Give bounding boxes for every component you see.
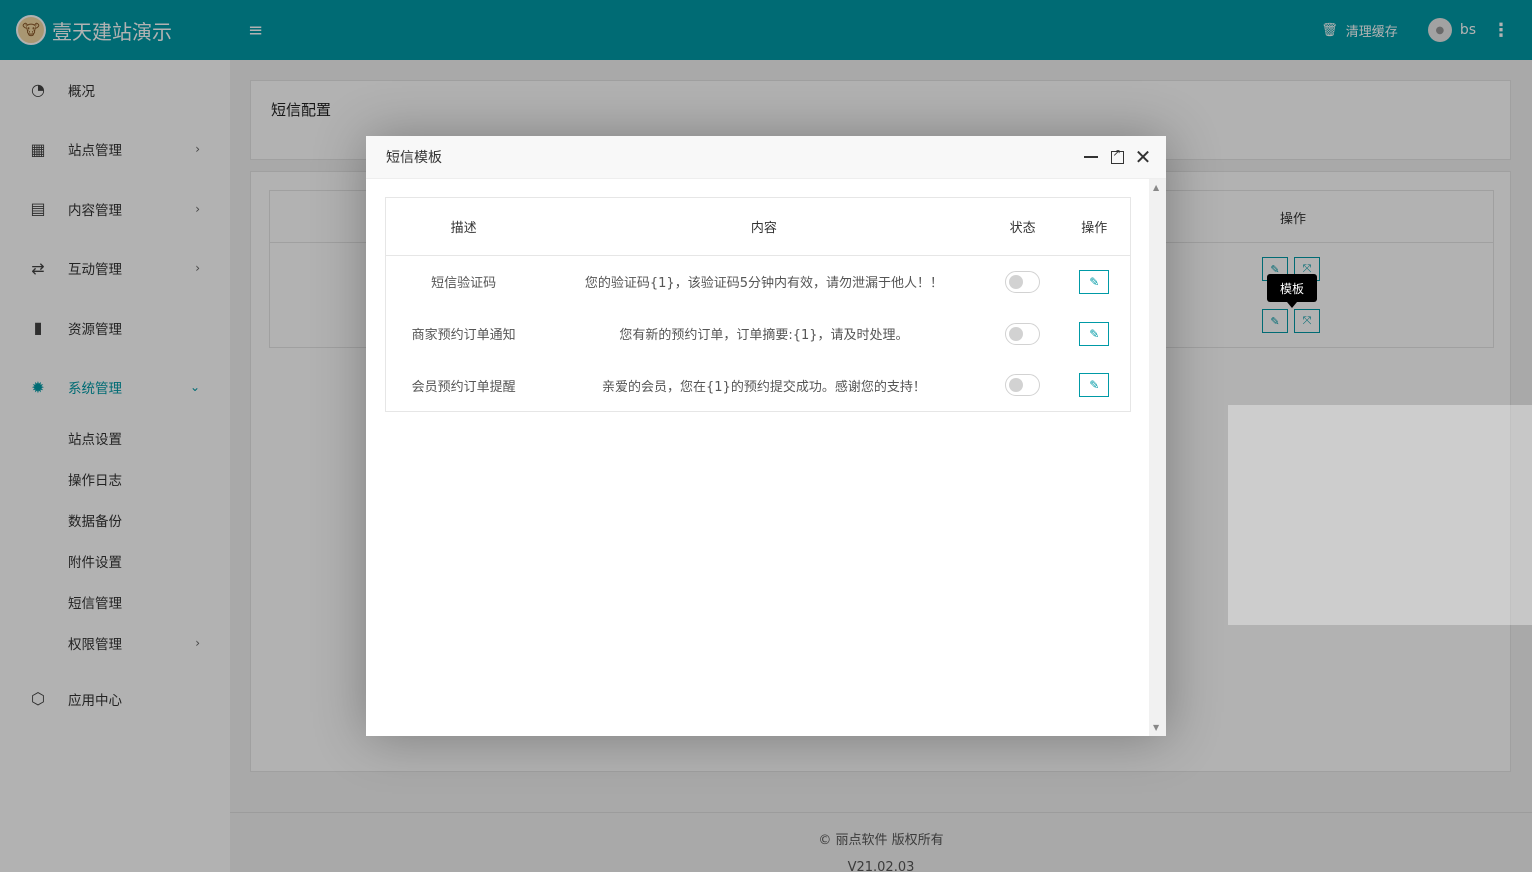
op-cell: ✎ bbox=[1059, 308, 1131, 360]
minimize-button[interactable] bbox=[1084, 150, 1098, 164]
sms-template-modal: 短信模板 ✕ 描述 内容 状态 操作 短信验证码 您的验证码{1}，该验证码5分… bbox=[366, 136, 1166, 736]
maximize-icon bbox=[1110, 148, 1124, 164]
status-toggle[interactable] bbox=[1005, 322, 1041, 345]
toggle-knob bbox=[1009, 326, 1024, 341]
pencil-icon: ✎ bbox=[1089, 326, 1100, 341]
status-cell bbox=[987, 360, 1059, 412]
modal-controls: ✕ bbox=[1084, 145, 1166, 169]
status-toggle[interactable] bbox=[1005, 270, 1041, 293]
toggle-knob bbox=[1009, 274, 1024, 289]
edit-button[interactable]: ✎ bbox=[1079, 269, 1110, 294]
scrollbar[interactable]: ▲ ▼ bbox=[1149, 179, 1166, 736]
edit-button[interactable]: ✎ bbox=[1079, 373, 1110, 398]
toggle-knob bbox=[1009, 378, 1024, 393]
modal-header[interactable]: 短信模板 ✕ bbox=[366, 136, 1166, 179]
edit-button[interactable]: ✎ bbox=[1079, 321, 1110, 346]
close-icon: ✕ bbox=[1134, 145, 1152, 169]
row-content: 亲爱的会员，您在{1}的预约提交成功。感谢您的支持！ bbox=[602, 379, 926, 395]
modal-title: 短信模板 bbox=[386, 150, 442, 166]
row-desc: 会员预约订单提醒 bbox=[411, 379, 516, 395]
status-cell bbox=[987, 256, 1059, 308]
drag-ghost bbox=[1228, 405, 1532, 625]
modal-body: 描述 内容 状态 操作 短信验证码 您的验证码{1}，该验证码5分钟内有效，请勿… bbox=[366, 179, 1166, 736]
close-button[interactable]: ✕ bbox=[1134, 145, 1152, 169]
table-header-row: 描述 内容 状态 操作 bbox=[385, 197, 1131, 256]
template-table: 描述 内容 状态 操作 短信验证码 您的验证码{1}，该验证码5分钟内有效，请勿… bbox=[385, 197, 1131, 412]
op-cell: ✎ bbox=[1059, 256, 1131, 308]
table-row: 商家预约订单通知 您有新的预约订单，订单摘要:{1}，请及时处理。 ✎ bbox=[386, 308, 1131, 360]
scroll-up-icon[interactable]: ▲ bbox=[1153, 183, 1159, 192]
scroll-down-icon[interactable]: ▼ bbox=[1153, 723, 1159, 732]
row-desc: 商家预约订单通知 bbox=[411, 328, 516, 343]
row-desc: 短信验证码 bbox=[431, 276, 497, 292]
op-cell: ✎ bbox=[1059, 360, 1131, 412]
table-row: 会员预约订单提醒 亲爱的会员，您在{1}的预约提交成功。感谢您的支持！ ✎ bbox=[386, 360, 1131, 412]
status-cell bbox=[987, 308, 1059, 360]
maximize-button[interactable] bbox=[1110, 148, 1124, 164]
column-header-desc: 描述 bbox=[385, 197, 542, 256]
row-content: 您有新的预约订单，订单摘要:{1}，请及时处理。 bbox=[619, 328, 909, 343]
column-header-content: 内容 bbox=[541, 197, 987, 256]
tooltip: 模板 bbox=[1267, 274, 1317, 308]
table-row: 短信验证码 您的验证码{1}，该验证码5分钟内有效，请勿泄漏于他人！！ ✎ bbox=[386, 256, 1131, 308]
column-header-status: 状态 bbox=[986, 197, 1059, 256]
column-header-op: 操作 bbox=[1058, 197, 1131, 256]
minimize-icon bbox=[1084, 156, 1098, 158]
row-content: 您的验证码{1}，该验证码5分钟内有效，请勿泄漏于他人！！ bbox=[584, 276, 943, 292]
pencil-icon: ✎ bbox=[1089, 378, 1100, 393]
pencil-icon: ✎ bbox=[1089, 274, 1100, 289]
status-toggle[interactable] bbox=[1005, 374, 1041, 397]
